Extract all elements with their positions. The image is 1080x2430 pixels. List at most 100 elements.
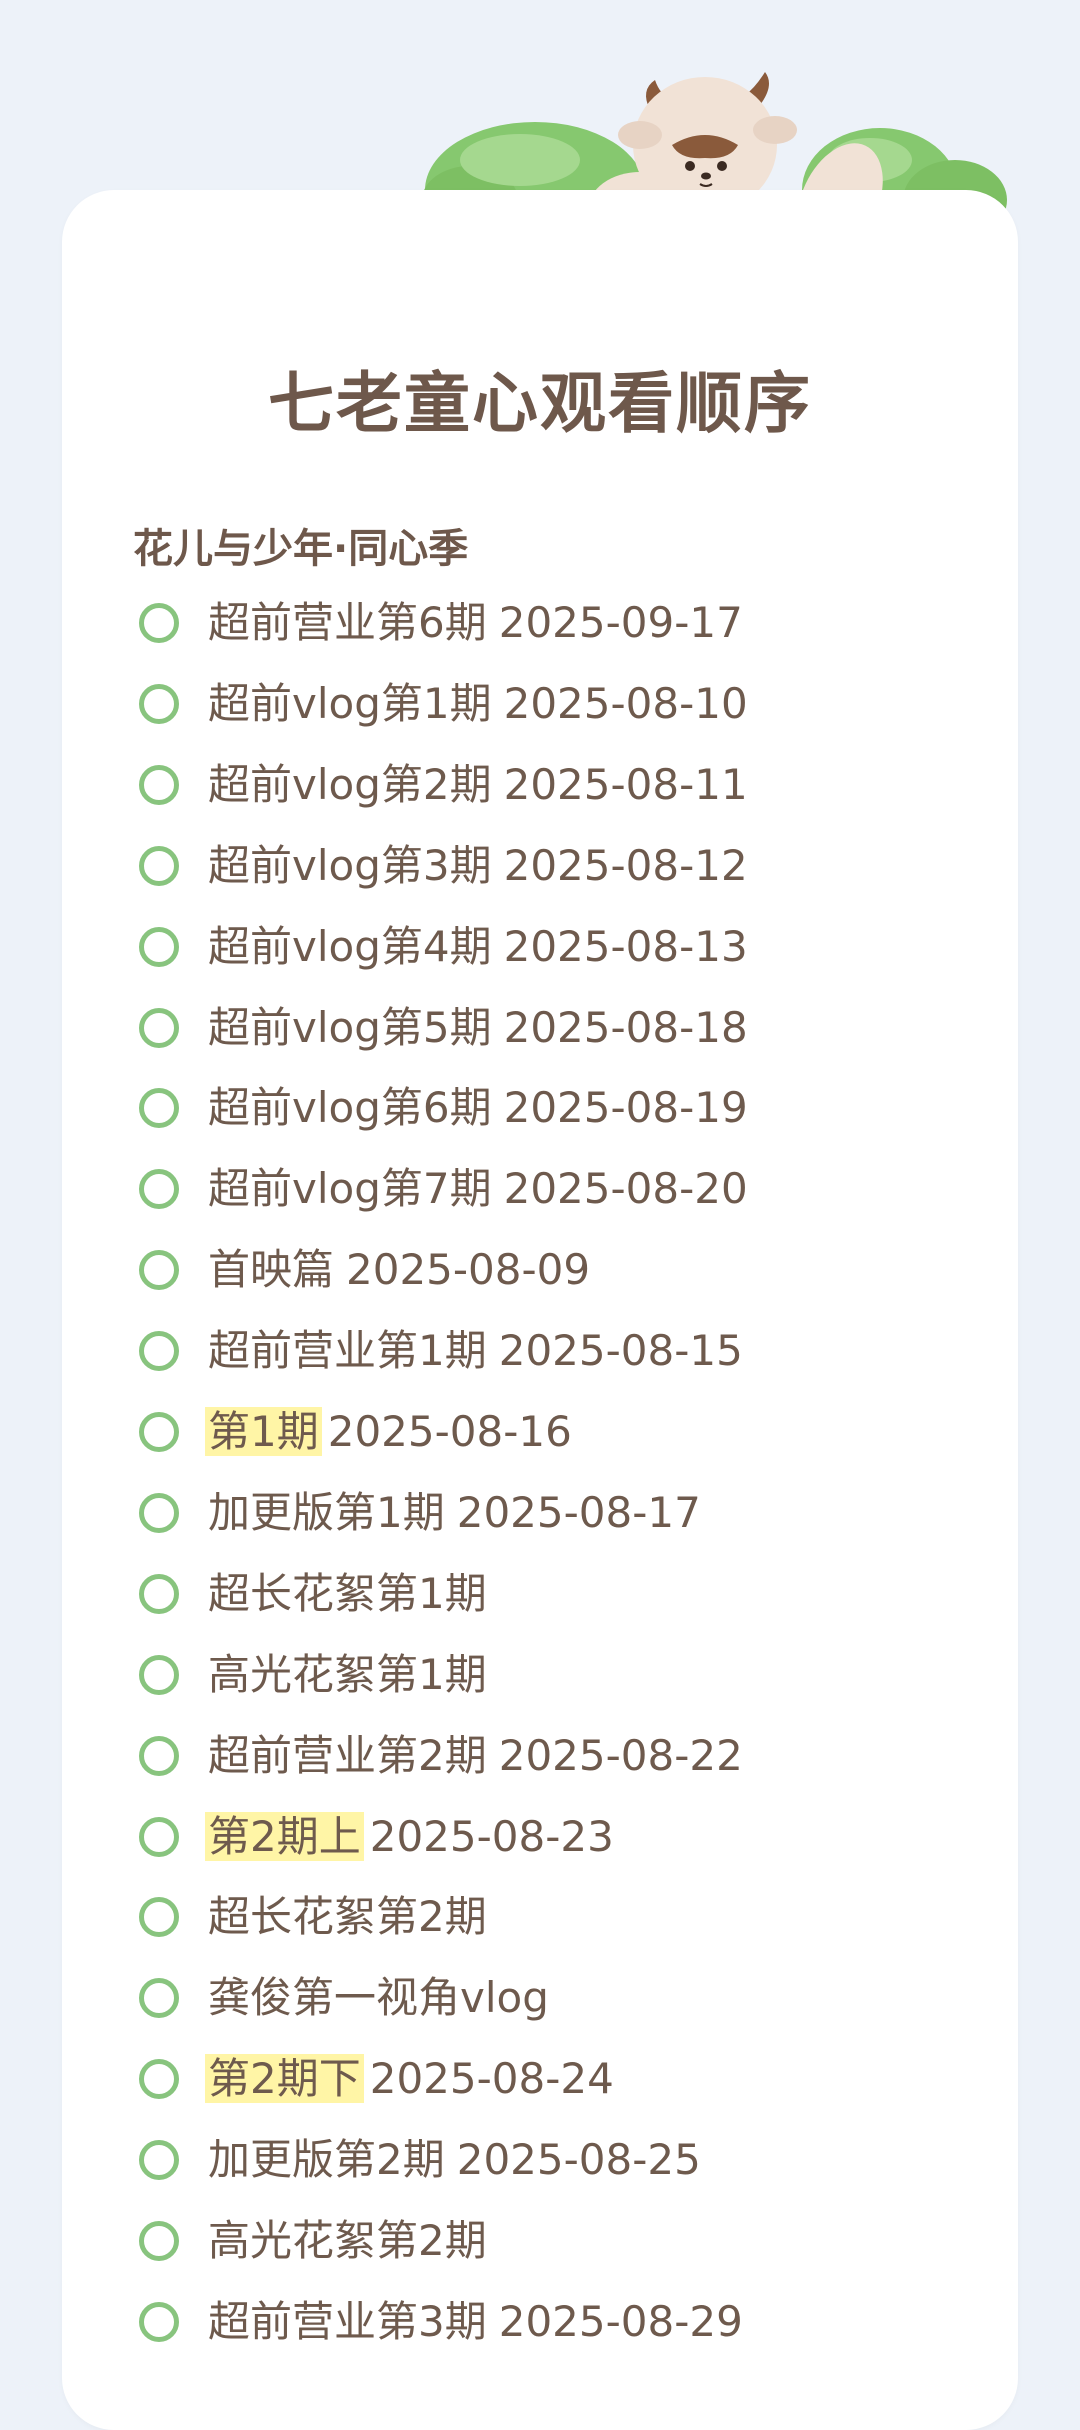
circle-checkbox-icon[interactable]: [139, 603, 179, 643]
circle-checkbox-icon[interactable]: [139, 845, 179, 886]
episode-label: 加更版第1期: [208, 1487, 445, 1537]
list-item: 超长花絮第1期: [0, 1559, 1080, 1629]
episode-date: 2025-08-29: [498, 2296, 743, 2346]
list-item: 首映篇 2025-08-09: [0, 1235, 1080, 1305]
circle-checkbox-icon[interactable]: [139, 2221, 179, 2261]
circle-checkbox-icon[interactable]: [139, 2140, 179, 2181]
episode-date: 2025-08-25: [456, 2135, 701, 2185]
circle-checkbox-icon[interactable]: [139, 1897, 179, 1938]
episode-text: 第2期下 2025-08-24: [205, 2050, 614, 2108]
episode-text: 高光花絮第2期: [208, 2212, 499, 2270]
episode-text: 超前vlog第1期 2025-08-10: [208, 675, 748, 733]
episode-date: 2025-08-23: [369, 1811, 614, 1861]
episode-label: 超前vlog第1期: [208, 678, 492, 728]
circle-checkbox-icon[interactable]: [139, 1816, 179, 1857]
episode-label-highlighted: 第2期上: [205, 1811, 364, 1861]
episode-text: 第2期上 2025-08-23: [205, 1808, 614, 1866]
episode-label: 超前vlog第2期: [208, 759, 492, 809]
episode-label: 加更版第2期: [208, 2135, 445, 2185]
episode-text: 超前vlog第2期 2025-08-11: [208, 756, 748, 814]
circle-checkbox-icon[interactable]: [139, 1250, 179, 1291]
episode-date: 2025-08-17: [456, 1487, 701, 1537]
list-item: 超前vlog第6期 2025-08-19: [0, 1073, 1080, 1143]
list-item: 超前vlog第3期 2025-08-12: [0, 831, 1080, 901]
list-item: 超前营业第3期 2025-08-29: [0, 2287, 1080, 2357]
episode-label: 超前营业第2期: [208, 1730, 487, 1780]
circle-checkbox-icon[interactable]: [139, 1169, 179, 1210]
episode-date: 2025-08-18: [503, 1002, 748, 1052]
section-title: 花儿与少年·同心季: [133, 526, 469, 572]
circle-checkbox-icon[interactable]: [139, 1978, 179, 2019]
episode-label: 超前vlog第4期: [208, 921, 492, 971]
episode-label: 超长花絮第1期: [208, 1568, 487, 1618]
episode-text: 超前营业第6期 2025-09-17: [208, 594, 743, 652]
list-item: 第2期上 2025-08-23: [0, 1802, 1080, 1872]
list-item: 第1期 2025-08-16: [0, 1397, 1080, 1467]
episode-text: 超前vlog第5期 2025-08-18: [208, 999, 748, 1057]
circle-checkbox-icon[interactable]: [139, 1654, 179, 1695]
list-item: 超前营业第1期 2025-08-15: [0, 1316, 1080, 1386]
list-item: 超前vlog第1期 2025-08-10: [0, 669, 1080, 739]
episode-text: 超前vlog第3期 2025-08-12: [208, 837, 748, 895]
list-item: 高光花絮第1期: [0, 1640, 1080, 1710]
episode-date: 2025-08-10: [503, 678, 748, 728]
episode-label: 超前vlog第7期: [208, 1164, 492, 1214]
episode-label: 超前营业第1期: [208, 1326, 487, 1376]
list-item: 第2期下 2025-08-24: [0, 2044, 1080, 2114]
list-item: 加更版第2期 2025-08-25: [0, 2125, 1080, 2195]
episode-date: 2025-08-13: [503, 921, 748, 971]
episode-label: 超前营业第3期: [208, 2296, 487, 2346]
episode-label: 首映篇: [208, 1245, 335, 1295]
list-item: 超前vlog第4期 2025-08-13: [0, 912, 1080, 982]
episode-text: 超长花絮第2期: [208, 1888, 499, 1946]
episode-label: 超前vlog第6期: [208, 1083, 492, 1133]
circle-checkbox-icon[interactable]: [139, 2301, 179, 2342]
episode-text: 加更版第1期 2025-08-17: [208, 1484, 701, 1542]
list-item: 加更版第1期 2025-08-17: [0, 1478, 1080, 1548]
episode-text: 加更版第2期 2025-08-25: [208, 2131, 701, 2189]
circle-checkbox-icon[interactable]: [139, 1573, 179, 1614]
circle-checkbox-icon[interactable]: [139, 764, 179, 805]
episode-date: 2025-08-09: [346, 1245, 591, 1295]
episode-label: 超前vlog第3期: [208, 840, 492, 890]
episode-date: 2025-08-20: [503, 1164, 748, 1214]
episode-label: 龚俊第一视角vlog: [208, 1973, 549, 2023]
list-item: 超前vlog第7期 2025-08-20: [0, 1154, 1080, 1224]
episode-label: 超前vlog第5期: [208, 1002, 492, 1052]
list-item: 高光花絮第2期: [0, 2206, 1080, 2276]
circle-checkbox-icon[interactable]: [139, 1088, 179, 1129]
episode-label: 高光花絮第2期: [208, 2216, 487, 2265]
list-item: 超前vlog第5期 2025-08-18: [0, 993, 1080, 1063]
episode-text: 超前vlog第6期 2025-08-19: [208, 1079, 748, 1137]
episode-text: 超前营业第2期 2025-08-22: [208, 1727, 743, 1785]
episode-label: 超前营业第6期: [208, 598, 487, 647]
episode-date: 2025-08-12: [503, 840, 748, 890]
circle-checkbox-icon[interactable]: [139, 1492, 179, 1533]
circle-checkbox-icon[interactable]: [139, 1735, 179, 1776]
episode-text: 超前营业第1期 2025-08-15: [208, 1322, 743, 1380]
episode-text: 超前vlog第4期 2025-08-13: [208, 918, 748, 976]
episode-text: 龚俊第一视角vlog: [208, 1969, 561, 2027]
page-title: 七老童心观看顺序: [268, 365, 812, 442]
circle-checkbox-icon[interactable]: [139, 2059, 179, 2100]
list-item: 超前营业第6期 2025-09-17: [0, 588, 1080, 658]
episode-date: 2025-08-11: [503, 759, 748, 809]
circle-checkbox-icon[interactable]: [139, 1412, 179, 1452]
episode-date: 2025-08-22: [498, 1730, 743, 1780]
episode-date: 2025-08-16: [327, 1407, 572, 1456]
episode-text: 高光花絮第1期: [208, 1646, 499, 1704]
episode-date: 2025-09-17: [498, 598, 743, 647]
circle-checkbox-icon[interactable]: [139, 1007, 179, 1048]
episode-label: 高光花絮第1期: [208, 1649, 487, 1699]
episode-text: 超前vlog第7期 2025-08-20: [208, 1160, 748, 1218]
circle-checkbox-icon[interactable]: [139, 1331, 179, 1372]
list-item: 超前营业第2期 2025-08-22: [0, 1721, 1080, 1791]
episode-label: 超长花絮第2期: [208, 1892, 487, 1942]
circle-checkbox-icon[interactable]: [139, 683, 179, 724]
list-item: 超长花絮第2期: [0, 1882, 1080, 1952]
episode-text: 超长花絮第1期: [208, 1565, 499, 1623]
list-item: 龚俊第一视角vlog: [0, 1963, 1080, 2033]
episode-date: 2025-08-15: [498, 1326, 743, 1376]
episode-label-highlighted: 第2期下: [205, 2054, 364, 2104]
circle-checkbox-icon[interactable]: [139, 926, 179, 967]
